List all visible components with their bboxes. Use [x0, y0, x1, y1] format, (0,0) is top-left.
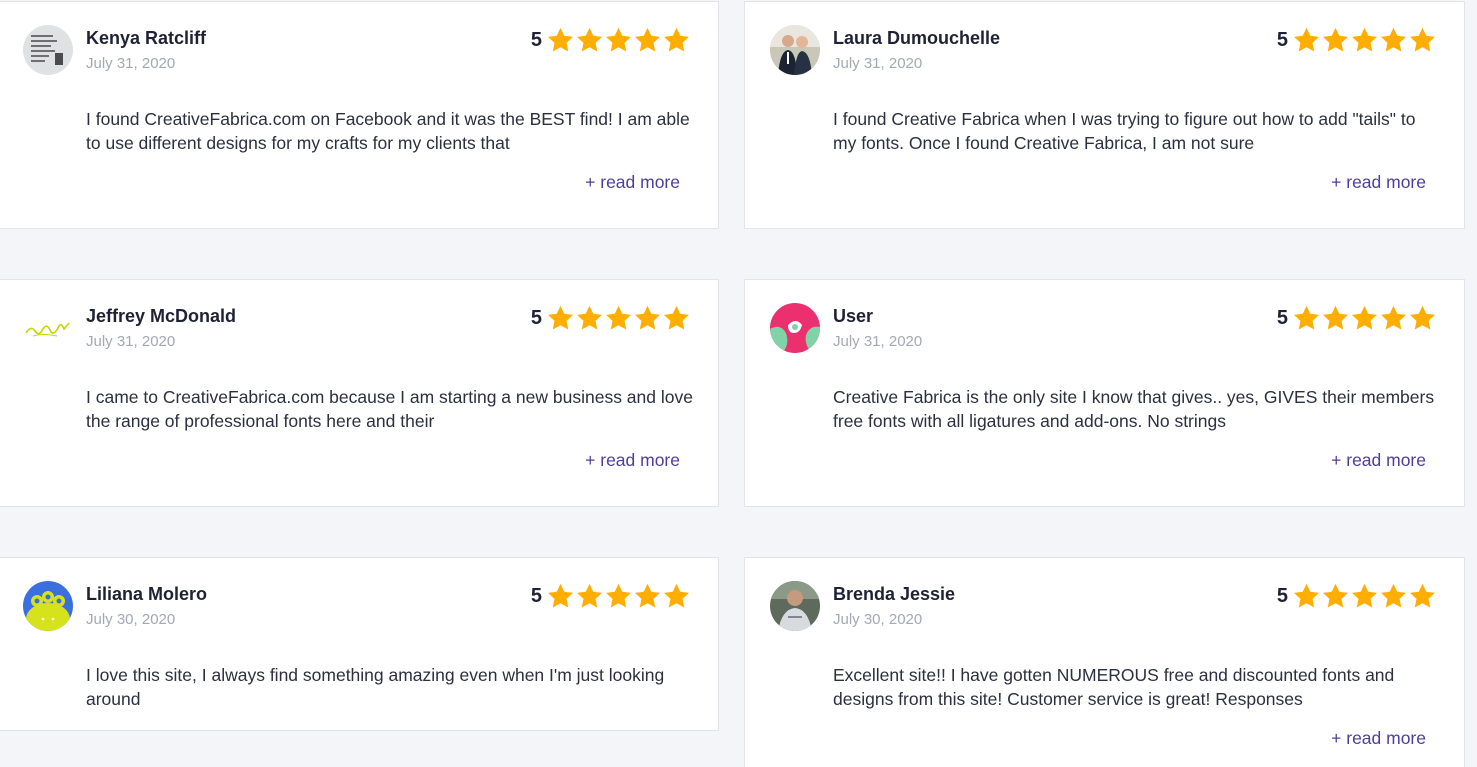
- star-icon: [1323, 305, 1348, 329]
- read-more-link[interactable]: + read more: [1331, 728, 1426, 749]
- star-icon: [1294, 583, 1319, 607]
- star-icon: [635, 583, 660, 607]
- review-date: July 31, 2020: [86, 55, 176, 72]
- star-icon: [1410, 27, 1435, 51]
- pink-blob-avatar: [770, 303, 820, 353]
- star-icon: [577, 583, 602, 607]
- star-rating: 5: [1277, 24, 1437, 56]
- monster-avatar: [23, 581, 73, 631]
- star-icon: [664, 305, 689, 329]
- star-icon: [1410, 583, 1435, 607]
- reviewer-name: Jeffrey McDonald: [86, 306, 237, 326]
- star-icon: [635, 305, 660, 329]
- reviewer-name: Laura Dumouchelle: [833, 28, 1001, 48]
- reviewer-name: Kenya Ratcliff: [86, 28, 207, 48]
- star-icon: [635, 27, 660, 51]
- couple-photo-avatar: [770, 25, 820, 75]
- reviews-grid: Kenya Ratcliff July 31, 2020 5 I found C…: [0, 0, 1477, 767]
- star-icon: [548, 305, 573, 329]
- review-date: July 31, 2020: [833, 333, 923, 350]
- star-icon: [606, 583, 631, 607]
- review-card: Liliana Molero July 30, 2020 5 I love th…: [0, 557, 719, 731]
- star-rating: 5: [1277, 302, 1437, 334]
- reviewer-name: User: [833, 306, 874, 326]
- review-card: Brenda Jessie July 30, 2020 5 Excellent …: [744, 557, 1465, 767]
- rating-number: 5: [530, 28, 542, 51]
- star-icon: [1323, 27, 1348, 51]
- star-icon: [1381, 583, 1406, 607]
- star-icon: [577, 305, 602, 329]
- star-icon: [1352, 583, 1377, 607]
- star-icon: [1381, 305, 1406, 329]
- star-icon: [606, 305, 631, 329]
- review-card: Laura Dumouchelle July 31, 2020 5 I foun…: [744, 1, 1465, 229]
- star-icon: [548, 583, 573, 607]
- star-icon: [664, 27, 689, 51]
- review-card: Kenya Ratcliff July 31, 2020 5 I found C…: [0, 1, 719, 229]
- review-text: I found Creative Fabrica when I was tryi…: [833, 109, 1416, 153]
- text-note-avatar: [23, 25, 73, 75]
- reviewer-name: Liliana Molero: [86, 584, 208, 604]
- star-icon: [664, 583, 689, 607]
- review-card: User July 31, 2020 5 Creative Fabrica is…: [744, 279, 1465, 507]
- read-more-link[interactable]: + read more: [585, 450, 680, 471]
- review-date: July 30, 2020: [833, 611, 923, 628]
- star-icon: [1294, 305, 1319, 329]
- star-icon: [606, 27, 631, 51]
- rating-number: 5: [1276, 28, 1288, 51]
- review-card: Jeffrey McDonald July 31, 2020 5 I came …: [0, 279, 719, 507]
- read-more-link[interactable]: + read more: [1331, 450, 1426, 471]
- star-rating: 5: [1277, 580, 1437, 612]
- star-icon: [1294, 27, 1319, 51]
- review-text: I found CreativeFabrica.com on Facebook …: [86, 109, 690, 153]
- signature-logo-avatar: [23, 303, 73, 353]
- review-text: I came to CreativeFabrica.com because I …: [86, 387, 693, 431]
- rating-number: 5: [530, 306, 542, 329]
- star-rating: 5: [531, 580, 691, 612]
- review-text: Excellent site!! I have gotten NUMEROUS …: [833, 665, 1395, 709]
- star-icon: [1352, 27, 1377, 51]
- review-text: Creative Fabrica is the only site I know…: [833, 387, 1435, 431]
- rating-number: 5: [530, 584, 542, 607]
- star-icon: [1381, 27, 1406, 51]
- read-more-link[interactable]: + read more: [585, 172, 680, 193]
- rating-number: 5: [1276, 306, 1288, 329]
- star-rating: 5: [531, 302, 691, 334]
- star-icon: [1323, 583, 1348, 607]
- star-icon: [1352, 305, 1377, 329]
- star-rating: 5: [531, 24, 691, 56]
- person-photo-avatar: [770, 581, 820, 631]
- read-more-link[interactable]: + read more: [1331, 172, 1426, 193]
- star-icon: [1410, 305, 1435, 329]
- star-icon: [577, 27, 602, 51]
- rating-number: 5: [1276, 584, 1288, 607]
- review-date: July 31, 2020: [833, 55, 923, 72]
- review-date: July 31, 2020: [86, 333, 176, 350]
- star-icon: [548, 27, 573, 51]
- review-date: July 30, 2020: [86, 611, 176, 628]
- review-text: I love this site, I always find somethin…: [86, 665, 665, 709]
- reviewer-name: Brenda Jessie: [833, 584, 956, 604]
